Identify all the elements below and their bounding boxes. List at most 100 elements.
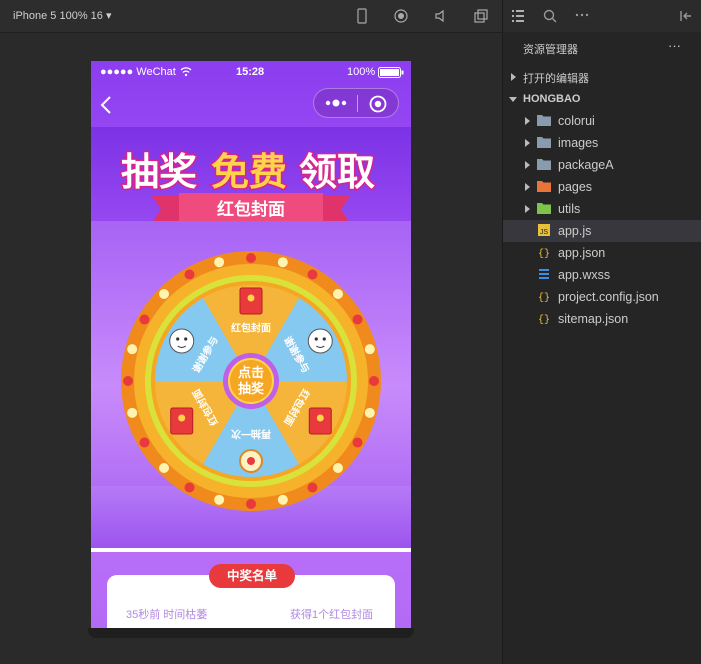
tree-item-images[interactable]: images [503, 132, 701, 154]
banner-title-1: 抽奖 [121, 152, 197, 194]
wheel-prize-label: 红包封面 [231, 322, 271, 335]
json-file-icon: {} [538, 248, 550, 258]
cat-icon [169, 328, 195, 354]
simulator-panel: iPhone 5 100% 16 ▾ ●●●●● WeChat 15:28 10… [0, 0, 502, 664]
red-envelope-icon [170, 407, 194, 435]
more-menu-icon[interactable] [324, 97, 348, 109]
wheel-bulb [159, 289, 170, 300]
banner-title-3: 领取 [299, 152, 375, 194]
tree-item-pages[interactable]: pages [503, 176, 701, 198]
wheel-bulb [332, 462, 343, 473]
open-editors-label: 打开的编辑器 [523, 73, 589, 85]
svg-text:JS: JS [540, 229, 549, 236]
tree-item-label: app.js [558, 224, 592, 238]
svg-text:{}: {} [538, 292, 550, 302]
tree-item-app-wxss[interactable]: app.wxss [503, 264, 701, 286]
winners-card: 中奖名单 35秒前 时间枯萎 获得1个红包封面 [107, 564, 395, 630]
more-icon[interactable] [575, 12, 589, 18]
tree-item-colorui[interactable]: colorui [503, 110, 701, 132]
tree-item-app-js[interactable]: JS app.js [503, 220, 701, 242]
clock: 15:28 [236, 66, 265, 78]
chevron-right-icon [525, 117, 530, 125]
chevron-down-icon [509, 97, 517, 102]
device-selector[interactable]: iPhone 5 100% 16 ▾ [13, 9, 111, 22]
tree-item-project-config-json[interactable]: {} project.config.json [503, 286, 701, 308]
close-miniprogram-icon[interactable] [369, 95, 387, 113]
tree-item-sitemap-json[interactable]: {} sitemap.json [503, 308, 701, 330]
tree-item-label: utils [558, 202, 581, 216]
simulator-toolbar: iPhone 5 100% 16 ▾ [0, 0, 502, 33]
wheel-bulb [352, 314, 363, 325]
chevron-right-icon [525, 161, 530, 169]
tree-item-label: app.json [558, 246, 606, 260]
folder-icon [537, 181, 551, 192]
wheel-bulb [364, 407, 375, 418]
wheel-bulb [139, 437, 150, 448]
tree-item-label: packageA [558, 158, 614, 172]
open-editors-section[interactable]: 打开的编辑器 [503, 66, 701, 88]
wheel-bulb [307, 482, 318, 493]
tree-item-utils[interactable]: utils [503, 198, 701, 220]
cat-icon [307, 328, 333, 354]
wheel-bulb [214, 494, 225, 505]
wheel-bulb [277, 257, 288, 268]
wheel-bulb [332, 289, 343, 300]
wheel-bulb [246, 253, 256, 263]
lottery-wheel[interactable]: 红包封面谢谢参与红包封面再抽一次红包封面谢谢参与 点击 抽奖 [120, 250, 382, 512]
explorer-title: 资源管理器 [523, 44, 578, 56]
red-envelope-icon [308, 407, 332, 435]
project-section[interactable]: HONGBAO [503, 88, 701, 110]
folder-icon [537, 203, 551, 214]
wheel-bulb [159, 462, 170, 473]
miniprogram-capsule [313, 88, 399, 118]
folder-icon [537, 115, 551, 126]
banner-ribbon: 红包封面 [217, 199, 285, 219]
collapse-panel-icon[interactable] [679, 9, 693, 23]
wheel-bulb [364, 344, 375, 355]
tree-item-label: sitemap.json [558, 312, 629, 326]
chevron-right-icon [511, 73, 516, 81]
wheel-bulb [214, 257, 225, 268]
phone-screen: ●●●●● WeChat 15:28 100% 抽奖 免费 领取 红包封面 红包… [91, 61, 411, 630]
record-icon[interactable] [393, 8, 409, 24]
explorer-icon[interactable] [511, 9, 525, 23]
battery-percent: 100% [347, 66, 376, 78]
json-file-icon: {} [538, 314, 550, 324]
detach-window-icon[interactable] [473, 8, 489, 24]
project-label: HONGBAO [523, 93, 581, 105]
red-envelope-icon [239, 287, 263, 315]
banner-title-2: 免费 [211, 152, 287, 194]
wheel-center-line1[interactable]: 点击 [238, 365, 264, 380]
volume-icon[interactable] [433, 8, 449, 24]
wifi-icon [180, 67, 192, 77]
tree-item-packageA[interactable]: packageA [503, 154, 701, 176]
wheel-bulb [127, 344, 138, 355]
wheel-bulb [246, 499, 256, 509]
winner-prize: 获得1个红包封面 [290, 609, 374, 621]
explorer-more-button[interactable]: ··· [668, 38, 681, 53]
divider [91, 548, 411, 552]
chevron-right-icon [525, 205, 530, 213]
tree-item-label: app.wxss [558, 268, 611, 282]
tree-item-app-json[interactable]: {} app.json [503, 242, 701, 264]
folder-icon [537, 137, 551, 148]
back-icon[interactable] [100, 95, 112, 115]
search-icon[interactable] [543, 9, 557, 23]
wheel-center-line2[interactable]: 抽奖 [238, 381, 265, 396]
wheel-bulb [123, 376, 133, 386]
activity-bar [503, 0, 701, 32]
folder-icon [537, 159, 551, 170]
json-file-icon: {} [538, 292, 550, 302]
status-bar: ●●●●● WeChat 15:28 100% [91, 61, 411, 83]
wheel-bulb [352, 437, 363, 448]
winner-name: 35秒前 时间枯萎 [126, 609, 208, 621]
coin-icon [239, 449, 263, 473]
phone-icon[interactable] [354, 8, 370, 24]
wheel-bulb [184, 269, 195, 280]
svg-text:{}: {} [538, 248, 550, 258]
svg-text:{}: {} [538, 314, 550, 324]
wheel-bulb [307, 269, 318, 280]
wheel-bulb [184, 482, 195, 493]
winners-badge: 中奖名单 [209, 564, 295, 588]
wxss-file-icon [539, 269, 549, 279]
